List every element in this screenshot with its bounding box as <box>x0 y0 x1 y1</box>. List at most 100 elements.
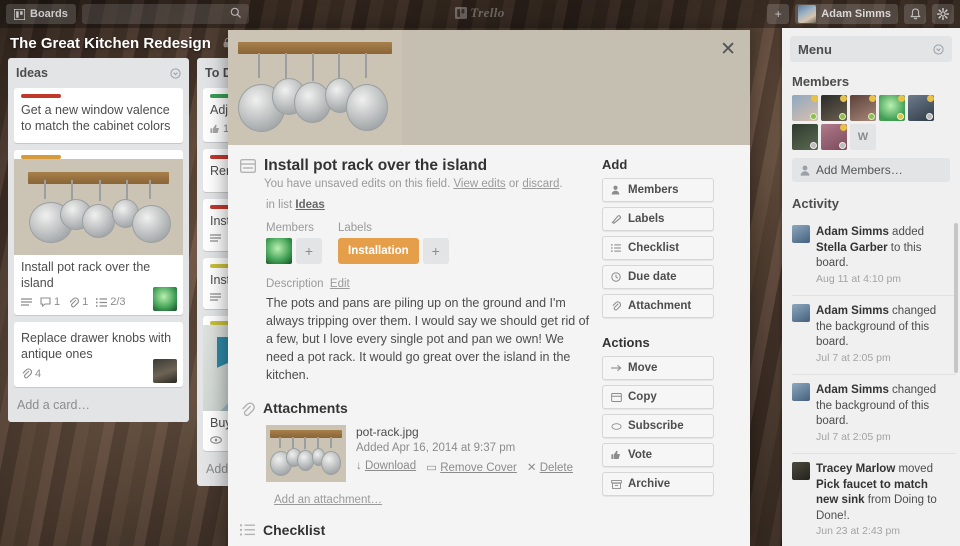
remove-cover-label: Remove Cover <box>440 462 517 475</box>
unsaved-prefix: You have unsaved edits on this field. <box>264 177 454 190</box>
sidebar-members-heading: Members <box>792 74 850 89</box>
bell-icon[interactable] <box>904 4 926 24</box>
add-members-label: Members <box>628 184 679 196</box>
download-action[interactable]: ↓ Download <box>356 460 416 474</box>
card-title-row: Install pot rack over the island You hav… <box>240 157 592 190</box>
activity-actor: Adam Simms <box>816 305 889 318</box>
checklist-heading: Checklist <box>263 522 326 539</box>
add-due-date-button[interactable]: Due date <box>602 265 714 289</box>
move-button[interactable]: Move <box>602 356 714 380</box>
list-header[interactable]: Ideas <box>14 64 183 88</box>
add-members-button[interactable]: Add Members… <box>792 158 950 182</box>
delete-label: Delete <box>539 462 573 475</box>
avatar[interactable] <box>792 95 818 121</box>
avatar[interactable] <box>908 95 934 121</box>
add-members-button[interactable]: Members <box>602 178 714 202</box>
copy-label: Copy <box>628 391 657 403</box>
unsaved-edits-notice: You have unsaved edits on this field. Vi… <box>264 178 563 190</box>
description-heading: Description <box>266 277 324 290</box>
add-labels-button[interactable]: Labels <box>602 207 714 231</box>
delete-action[interactable]: ✕ Delete <box>527 460 573 474</box>
boards-button[interactable]: Boards <box>6 4 76 24</box>
activity-item: Tracey Marlow moved Pick faucet to match… <box>792 454 956 546</box>
add-due-date-label: Due date <box>628 271 677 283</box>
vote-icon <box>210 124 220 134</box>
remove-cover-action[interactable]: ▭ Remove Cover <box>426 460 517 474</box>
attachment-filename: pot-rack.jpg <box>356 425 419 440</box>
activity-actor: Adam Simms <box>816 226 889 238</box>
in-list-name[interactable]: Ideas <box>295 199 324 211</box>
user-menu-button[interactable]: Adam Simms <box>795 4 898 24</box>
clock-icon <box>611 272 622 282</box>
activity-actor: Adam Simms <box>816 384 889 397</box>
vote-button[interactable]: Vote <box>602 443 714 467</box>
avatar[interactable] <box>850 95 876 121</box>
avatar[interactable] <box>792 124 818 150</box>
checklist-icon <box>240 524 255 538</box>
activity-time: Jul 7 at 2:05 pm <box>816 351 891 364</box>
card[interactable]: Replace drawer knobs with antique ones 4 <box>14 322 183 387</box>
add-card-button[interactable]: Add a card… <box>14 394 183 416</box>
chevron-down-circle-icon[interactable] <box>170 67 181 79</box>
x-icon: ✕ <box>526 462 537 475</box>
avatar <box>792 462 810 481</box>
search-input[interactable] <box>81 4 249 24</box>
avatar <box>792 383 810 402</box>
avatar-initials[interactable]: W <box>850 124 876 150</box>
add-attachment-label: Attachment <box>628 300 692 312</box>
activity-time: Aug 11 at 4:10 pm <box>816 272 902 285</box>
add-attachment-link[interactable]: Add an attachment… <box>274 494 592 506</box>
archive-button[interactable]: Archive <box>602 472 714 496</box>
gear-icon[interactable] <box>932 4 954 24</box>
avatar <box>792 304 810 323</box>
checklist-icon <box>96 297 108 307</box>
description-edit-link[interactable]: Edit <box>330 278 350 290</box>
activity-time: Jun 23 at 2:43 pm <box>816 525 901 538</box>
attachments-heading: Attachments <box>263 400 348 417</box>
activity-feed[interactable]: Adam Simms added Stella Garber to this b… <box>782 217 960 546</box>
activity-item: Adam Simms changed the background of thi… <box>792 296 956 376</box>
activity-actor: Tracey Marlow <box>816 463 896 476</box>
person-icon <box>611 185 622 195</box>
sidebar-menu-button[interactable]: Menu <box>790 36 952 62</box>
chevron-down-circle-icon[interactable] <box>933 43 944 55</box>
avatar[interactable] <box>821 95 847 121</box>
scrollbar[interactable] <box>954 223 958 373</box>
add-button[interactable]: + <box>767 4 790 24</box>
activity-action: moved <box>895 463 933 476</box>
add-attachment-button[interactable]: Attachment <box>602 294 714 318</box>
card[interactable]: Get a new window valence to match the ca… <box>14 88 183 143</box>
description-icon <box>210 293 221 302</box>
board-title: The Great Kitchen Redesign <box>10 34 211 52</box>
close-icon[interactable]: ✕ <box>720 40 736 59</box>
discard-link[interactable]: discard <box>522 178 559 190</box>
trello-logo-text: Trello <box>470 5 505 20</box>
avatar <box>153 287 177 311</box>
checklist-count: 2/3 <box>110 296 126 308</box>
card-badges: 1 1 2/3 <box>14 287 183 315</box>
copy-button[interactable]: Copy <box>602 385 714 409</box>
attachment-thumbnail[interactable] <box>266 425 346 483</box>
attachment-count: 4 <box>35 367 42 380</box>
label-installation[interactable]: Installation <box>338 237 419 264</box>
labels-column: Labels Installation + <box>338 222 449 264</box>
description-section: Description Edit The pots and pans are p… <box>266 278 592 385</box>
in-list-prefix: in list <box>266 198 296 211</box>
view-edits-link[interactable]: View edits <box>453 178 505 190</box>
attachment-count: 1 <box>82 296 89 308</box>
card-title[interactable]: Install pot rack over the island <box>264 157 563 176</box>
avatar[interactable] <box>266 237 292 264</box>
description-text: The pots and pans are piling up on the g… <box>266 295 590 383</box>
comment-icon <box>40 297 51 307</box>
avatar[interactable] <box>879 95 905 121</box>
move-label: Move <box>628 362 658 374</box>
subscribe-button[interactable]: Subscribe <box>602 414 714 438</box>
attachment-icon <box>611 301 622 311</box>
add-label-button[interactable]: + <box>422 237 449 264</box>
add-member-button[interactable]: + <box>296 237 322 264</box>
avatar[interactable] <box>821 124 847 150</box>
add-checklist-button[interactable]: Checklist <box>602 236 714 260</box>
activity-action: added <box>888 226 925 238</box>
card[interactable]: Install pot rack over the island 1 1 2/3 <box>14 149 183 315</box>
activity-target: Stella Garber <box>816 241 888 254</box>
